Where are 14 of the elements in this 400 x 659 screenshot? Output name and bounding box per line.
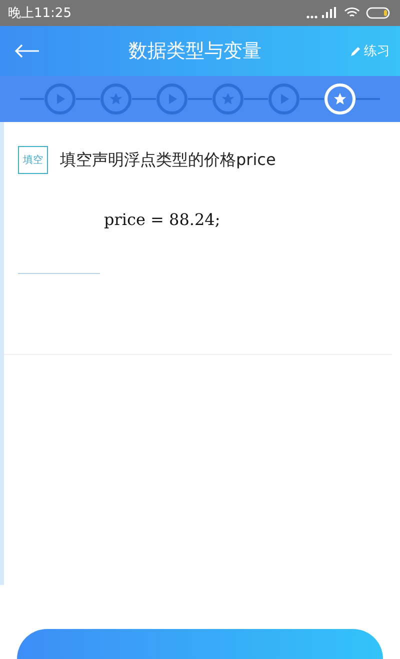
page-title: 数据类型与变量	[128, 39, 262, 64]
practice-button[interactable]: 练习	[350, 42, 390, 60]
wifi-icon	[344, 7, 360, 19]
battery-icon	[366, 7, 392, 19]
status-time: 晚上11:25	[8, 5, 72, 22]
pencil-icon	[350, 46, 361, 56]
signal-icon	[306, 7, 338, 19]
question-text: 填空声明浮点类型的价格price	[60, 150, 276, 170]
question-type-tag: 填空	[18, 146, 48, 174]
play-icon[interactable]	[156, 83, 188, 115]
code-line: price = 88.24;	[104, 210, 220, 229]
back-arrow-icon[interactable]	[14, 43, 40, 59]
play-icon[interactable]	[44, 83, 76, 115]
play-icon[interactable]	[268, 83, 300, 115]
